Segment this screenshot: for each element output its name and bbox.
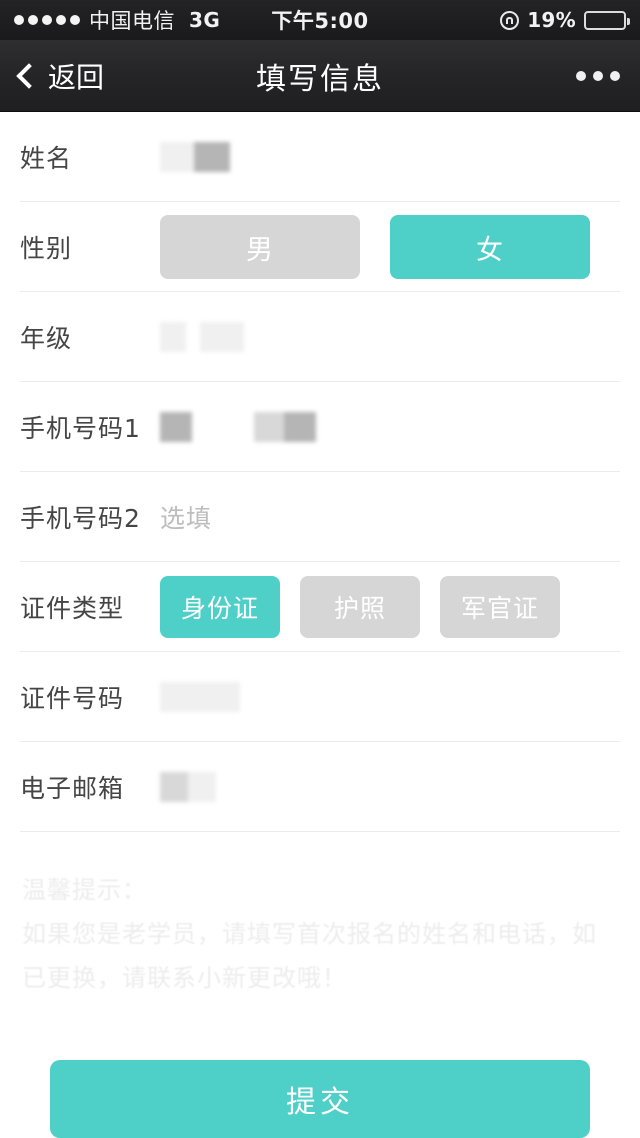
redacted-value [160,772,216,802]
idtype-label: 证件类型 [20,594,125,623]
name-label: 姓名 [20,144,73,173]
email-input[interactable] [160,772,620,802]
phone-screen: 中国电信 3G 下午5:00 19% 返回 填写信息 姓名 性别 男 女 年级 … [0,0,640,1138]
form-row-gender: 性别 男 女 [0,202,640,292]
navigation-bar: 返回 填写信息 [0,40,640,112]
battery-percent-label: 19% [527,8,576,32]
status-bar-left: 中国电信 3G [14,5,220,35]
battery-icon [584,10,630,30]
status-bar: 中国电信 3G 下午5:00 19% [0,0,640,40]
signal-strength-icon [14,15,80,25]
form-row-email: 电子邮箱 [0,742,640,832]
email-label: 电子邮箱 [20,774,125,803]
idtype-option-id-card[interactable]: 身份证 [160,576,280,638]
idtype-option-military-id[interactable]: 军官证 [440,576,560,638]
phone2-input[interactable]: 选填 [160,499,620,535]
gender-label: 性别 [20,234,73,263]
information-form: 姓名 性别 男 女 年级 手机号码1 手机号码2 选填 证件类型 身份证 护照 … [0,112,640,832]
chevron-left-icon [16,63,42,89]
form-row-phone2: 手机号码2 选填 [0,472,640,562]
gender-option-female[interactable]: 女 [390,215,590,279]
grade-input[interactable] [160,322,620,352]
redacted-value [160,682,240,712]
form-row-grade: 年级 [0,292,640,382]
notice-block: 温馨提示： 如果您是老学员，请填写首次报名的姓名和电话，如已更换，请联系小新更改… [0,832,640,1000]
id-number-input[interactable] [160,682,620,712]
phone2-label: 手机号码2 [20,504,141,533]
form-row-phone1: 手机号码1 [0,382,640,472]
phone2-placeholder: 选填 [160,504,213,533]
notice-body: 如果您是老学员，请填写首次报名的姓名和电话，如已更换，请联系小新更改哦！ [22,920,597,992]
gender-option-group: 男 女 [160,215,590,279]
rotation-lock-icon [500,10,520,30]
name-input[interactable] [160,142,620,172]
form-row-id-number: 证件号码 [0,652,640,742]
gender-option-male[interactable]: 男 [160,215,360,279]
grade-label: 年级 [20,324,73,353]
status-bar-right: 19% [500,8,630,32]
back-button[interactable]: 返回 [16,56,105,96]
more-options-button[interactable] [576,70,620,81]
phone1-label: 手机号码1 [20,414,141,443]
redacted-value [160,412,316,442]
form-row-idtype: 证件类型 身份证 护照 军官证 [0,562,640,652]
redacted-value [160,142,230,172]
phone1-input[interactable] [160,412,620,442]
submit-bar: 提交 [0,1060,640,1138]
redacted-value [160,322,244,352]
notice-title: 温馨提示： [22,876,147,904]
gender-value: 男 女 [160,215,620,279]
idtype-option-group: 身份证 护照 军官证 [160,576,560,638]
id-number-label: 证件号码 [20,684,125,713]
back-button-label: 返回 [48,60,105,94]
network-type-label: 3G [189,8,221,32]
carrier-label: 中国电信 [89,9,175,33]
submit-button[interactable]: 提交 [50,1060,590,1138]
idtype-option-passport[interactable]: 护照 [300,576,420,638]
form-row-name: 姓名 [0,112,640,202]
idtype-value: 身份证 护照 军官证 [160,576,620,638]
